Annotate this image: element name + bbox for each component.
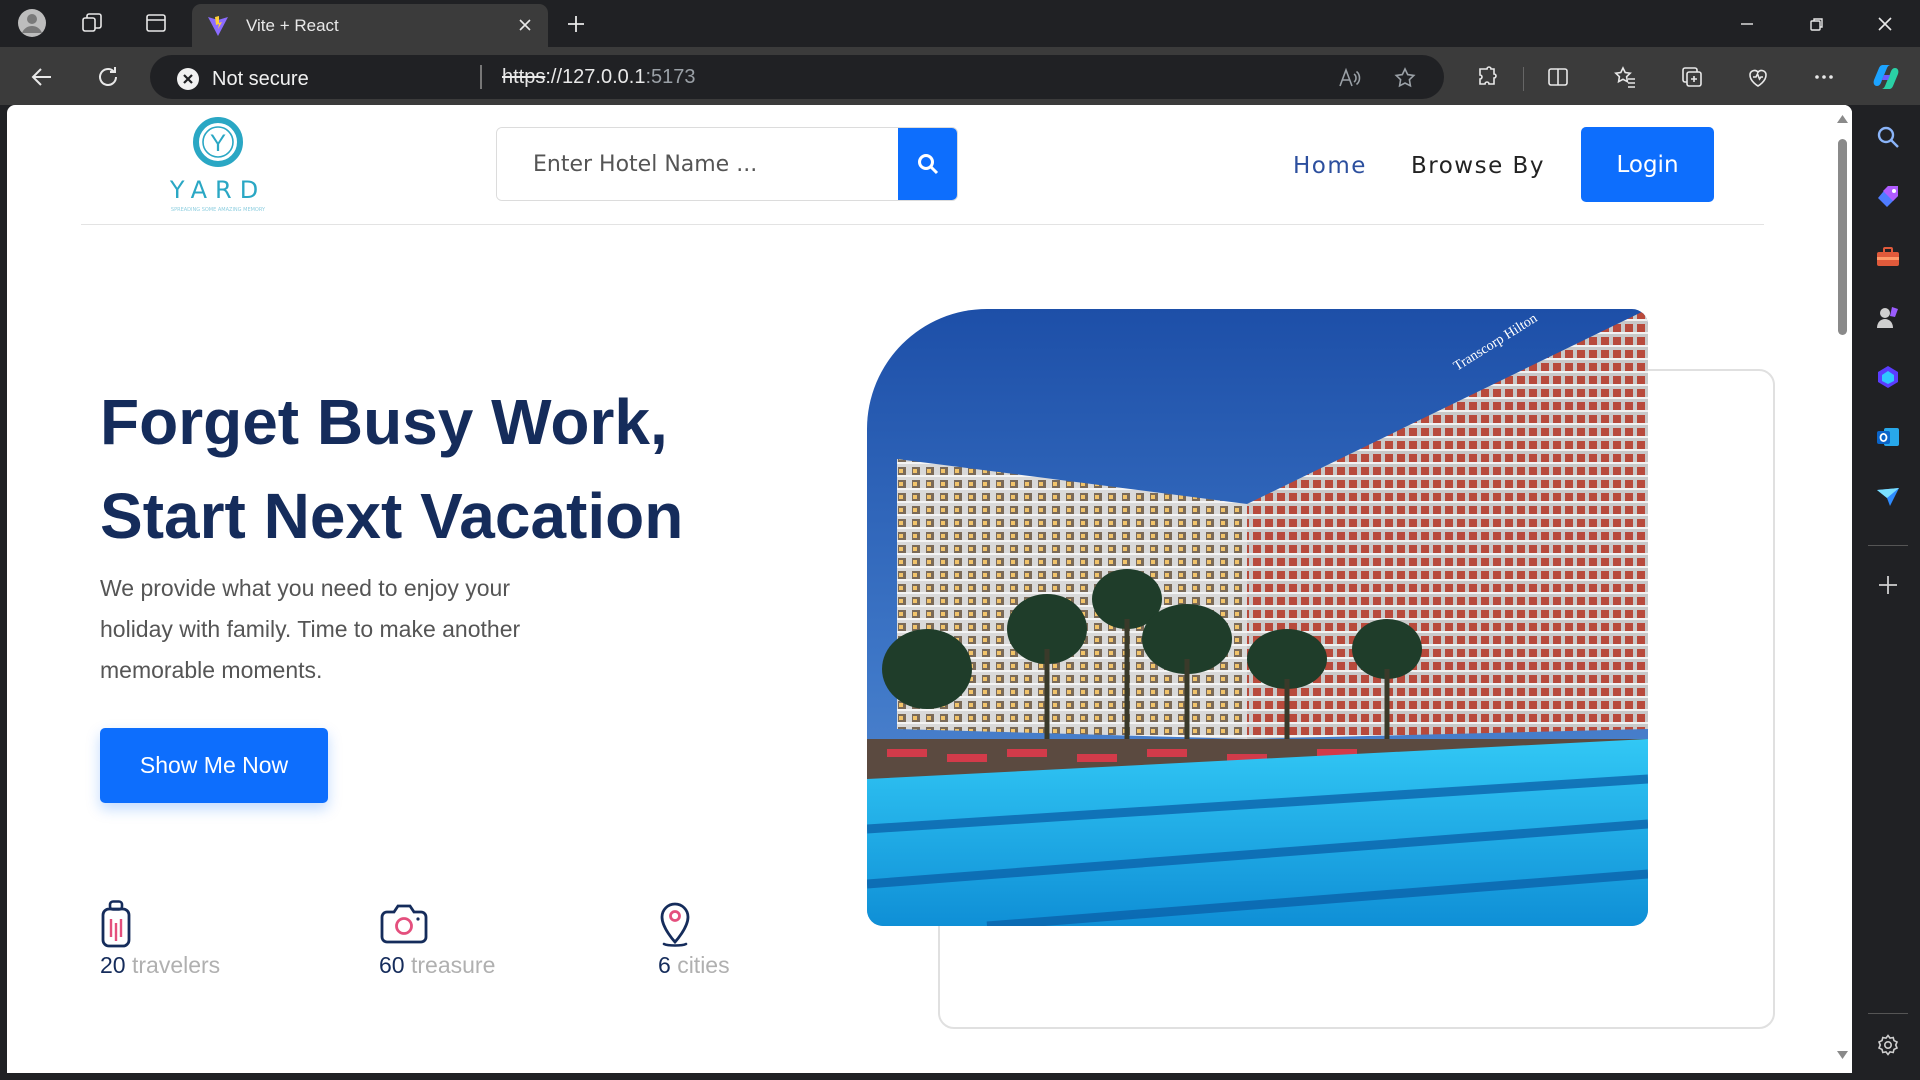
vite-favicon-icon — [206, 14, 230, 43]
site-navbar: Y YARD SPREADING SOME AMAZING MEMORY Hom… — [81, 105, 1764, 225]
sidebar-send-icon[interactable] — [1870, 479, 1906, 515]
stat-cities: 6 cities — [658, 900, 838, 979]
security-label: Not secure — [212, 67, 309, 90]
sidebar-shopping-tag-icon[interactable] — [1870, 179, 1906, 215]
minimize-icon[interactable] — [1714, 0, 1780, 47]
svg-text:SPREADING SOME AMAZING MEMORY: SPREADING SOME AMAZING MEMORY — [171, 207, 266, 213]
url-separator — [480, 65, 482, 89]
hero-title: Forget Busy Work, Start Next Vacation — [100, 375, 720, 563]
more-options-icon[interactable] — [1806, 59, 1842, 95]
copilot-icon[interactable] — [1868, 59, 1904, 95]
hotel-search — [496, 127, 958, 201]
hero-hotel-image: Transcorp Hilton — [867, 309, 1648, 926]
sidebar-divider — [1868, 545, 1908, 546]
stat-cities-label: cities — [677, 952, 730, 978]
workspaces-icon[interactable] — [74, 6, 110, 40]
stat-treasure: 60 treasure — [379, 900, 559, 979]
search-button[interactable] — [898, 128, 957, 200]
stat-travelers-value: 20 — [100, 952, 126, 978]
sidebar-settings-icon[interactable] — [1870, 1027, 1906, 1063]
security-indicator[interactable]: Not secure — [176, 67, 309, 91]
hotel-search-input[interactable] — [497, 128, 900, 200]
sidebar-search-icon[interactable] — [1870, 119, 1906, 155]
stat-travelers-label: travelers — [131, 952, 221, 978]
sidebar-add-icon[interactable] — [1870, 567, 1906, 603]
svg-text:YARD: YARD — [169, 176, 266, 204]
not-secure-icon — [177, 68, 199, 90]
hero-title-line2: Start Next Vacation — [100, 480, 684, 552]
stat-treasure-label: treasure — [410, 952, 496, 978]
url-host: ://127.0.0.1 — [545, 66, 646, 88]
tab-close-icon[interactable] — [512, 12, 538, 38]
hero-description: We provide what you need to enjoy your h… — [100, 575, 521, 683]
url-scheme: https — [502, 66, 546, 88]
toolbar-divider — [1523, 67, 1524, 91]
close-window-icon[interactable] — [1852, 0, 1918, 47]
split-screen-icon[interactable] — [1540, 59, 1576, 95]
restore-icon[interactable] — [1784, 0, 1850, 47]
url-port: :5173 — [645, 66, 696, 88]
stat-treasure-value: 60 — [379, 952, 405, 978]
favorite-star-icon[interactable] — [1392, 65, 1418, 91]
svg-text:Y: Y — [210, 130, 226, 157]
profile-avatar-icon[interactable] — [14, 6, 50, 40]
page-scrollbar[interactable] — [1832, 105, 1852, 1073]
favorites-icon[interactable] — [1607, 59, 1643, 95]
page-viewport: Y YARD SPREADING SOME AMAZING MEMORY Hom… — [7, 105, 1852, 1073]
new-tab-icon[interactable] — [558, 6, 594, 42]
luggage-icon — [100, 900, 280, 948]
refresh-icon[interactable] — [88, 57, 128, 97]
tab-actions-icon[interactable] — [138, 6, 174, 40]
active-tab[interactable]: Vite + React — [192, 4, 548, 47]
show-me-now-button[interactable]: Show Me Now — [100, 728, 328, 803]
yard-logo-mark: Y YARD SPREADING SOME AMAZING MEMORY — [169, 117, 266, 213]
nav-browse-link[interactable]: Browse By — [1411, 153, 1545, 179]
edge-sidebar — [1855, 105, 1920, 1080]
nav-home-link[interactable]: Home — [1293, 153, 1367, 179]
stat-travelers: 20 travelers — [100, 900, 280, 979]
browser-essentials-icon[interactable] — [1740, 59, 1776, 95]
search-icon — [917, 154, 938, 175]
tab-title: Vite + React — [246, 16, 339, 35]
sidebar-outlook-icon[interactable] — [1870, 419, 1906, 455]
browser-titlebar: Vite + React — [0, 0, 1920, 47]
back-icon[interactable] — [22, 57, 62, 97]
address-bar[interactable]: Not secure https://127.0.0.1:5173 — [150, 55, 1444, 99]
login-button[interactable]: Login — [1581, 127, 1714, 202]
hero-title-line1: Forget Busy Work, — [100, 386, 668, 458]
extensions-icon[interactable] — [1469, 59, 1505, 95]
sidebar-games-icon[interactable] — [1870, 299, 1906, 335]
sidebar-copilot-icon[interactable] — [1870, 359, 1906, 395]
sidebar-divider-bottom — [1868, 1013, 1908, 1014]
stat-cities-value: 6 — [658, 952, 671, 978]
collections-icon[interactable] — [1674, 59, 1710, 95]
sidebar-tools-icon[interactable] — [1870, 239, 1906, 275]
url-text[interactable]: https://127.0.0.1:5173 — [502, 66, 696, 89]
camera-icon — [379, 900, 559, 948]
read-aloud-icon[interactable] — [1336, 65, 1362, 91]
browser-toolbar: Not secure https://127.0.0.1:5173 — [0, 47, 1920, 105]
scrollbar-thumb[interactable] — [1838, 139, 1847, 335]
yard-logo[interactable]: Y YARD SPREADING SOME AMAZING MEMORY — [167, 115, 269, 215]
location-pin-icon — [658, 900, 838, 948]
